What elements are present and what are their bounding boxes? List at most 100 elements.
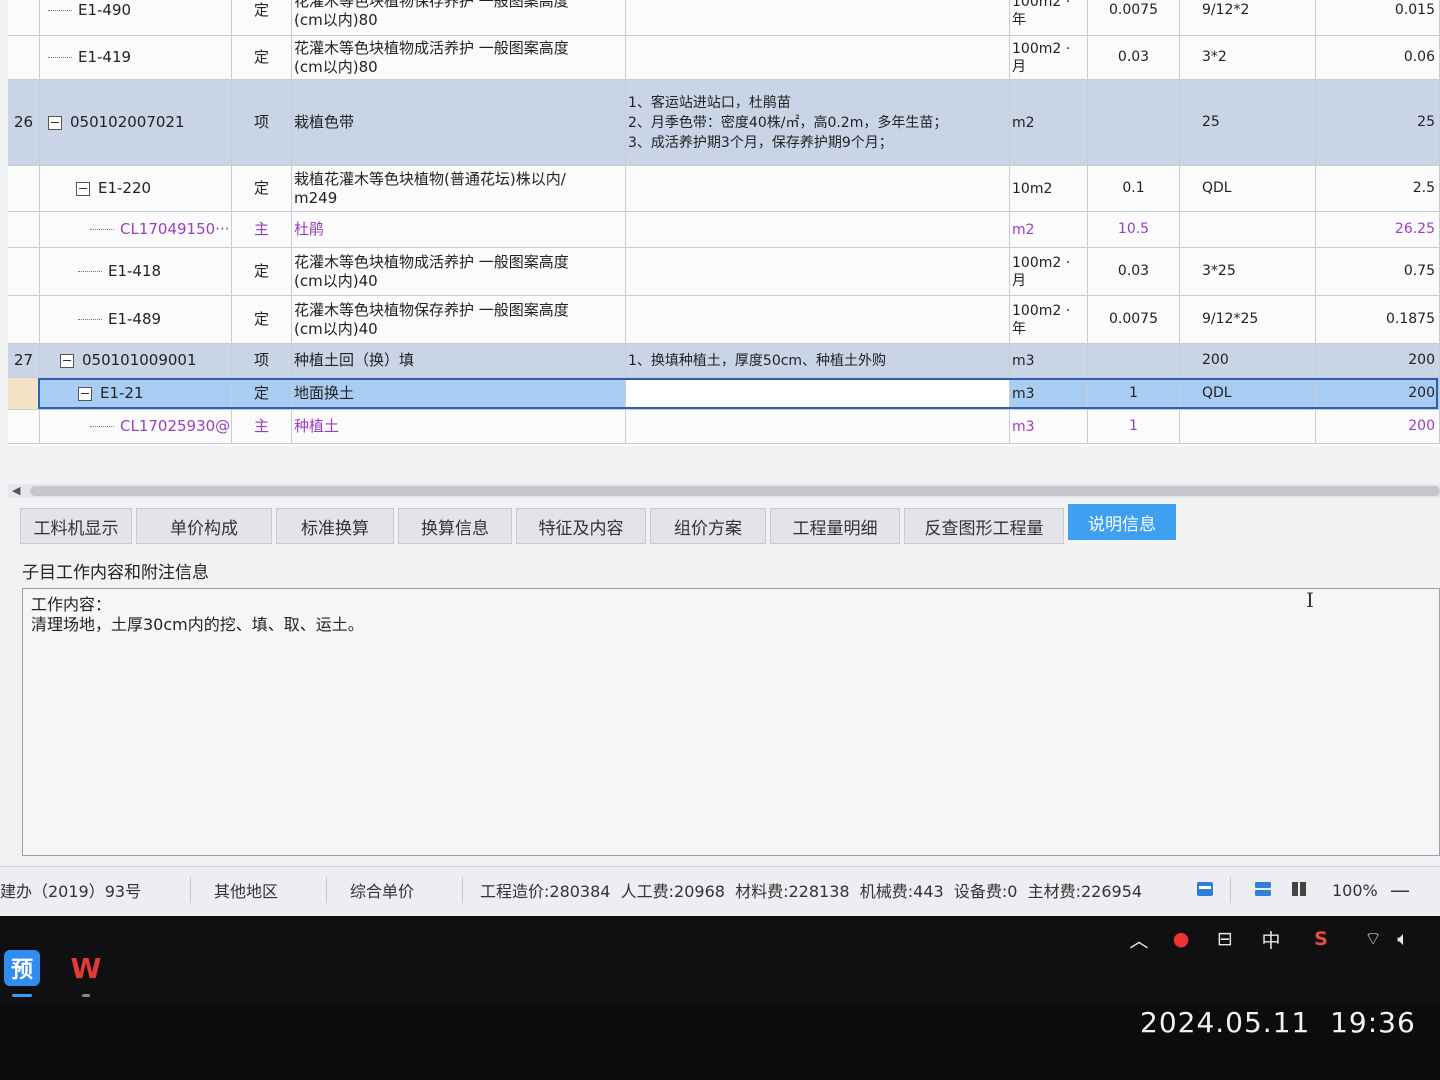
tab-reverse-graphic-quantity[interactable]: 反查图形工程量 [904, 508, 1064, 544]
row-feature[interactable] [626, 296, 1010, 343]
row-feature[interactable] [626, 0, 1010, 35]
row-unit[interactable]: m2 [1010, 212, 1088, 247]
row-name[interactable]: 花灌木等色块植物保存养护 一般图案高度 (cm以内)40 [292, 296, 626, 343]
preview-app-icon[interactable]: 预 [4, 950, 40, 986]
row-name[interactable]: 种植土 [292, 410, 626, 443]
tab-unit-price[interactable]: 单价构成 [136, 508, 272, 544]
row-unit[interactable]: 10m2 [1010, 166, 1088, 211]
collapse-icon[interactable] [60, 353, 74, 368]
row-expression[interactable] [1180, 212, 1316, 247]
table-row[interactable]: 27 050101009001 项 种植土回（换）填 1、换填种植土，厚度50c… [8, 344, 1440, 378]
table-row[interactable]: CL17025930@1 主 种植土 m3 1 200 [8, 410, 1440, 444]
row-expression[interactable]: QDL [1180, 166, 1316, 211]
row-unit[interactable]: m3 [1010, 344, 1088, 377]
row-unit[interactable]: 100m2 · 年 [1010, 296, 1088, 343]
row-quantity[interactable]: 0.1875 [1316, 296, 1440, 343]
row-code[interactable]: E1-490 [40, 0, 232, 35]
chevron-up-icon[interactable]: ︿ [1124, 924, 1154, 954]
row-expression[interactable]: 3*25 [1180, 248, 1316, 295]
table-row-selected[interactable]: E1-21 定 地面换土 m3 1 QDL 200 [8, 378, 1440, 410]
row-feature[interactable] [626, 248, 1010, 295]
row-feature[interactable] [626, 36, 1010, 79]
row-feature[interactable] [626, 378, 1010, 409]
row-content[interactable]: 1 [1088, 378, 1180, 409]
collapse-icon[interactable] [76, 181, 90, 196]
table-row[interactable]: E1-418 定 花灌木等色块植物成活养护 一般图案高度 (cm以内)40 10… [8, 248, 1440, 296]
table-row[interactable]: E1-489 定 花灌木等色块植物保存养护 一般图案高度 (cm以内)40 10… [8, 296, 1440, 344]
row-quantity[interactable]: 200 [1316, 344, 1440, 377]
description-textarea[interactable]: 工作内容： 清理场地，土厚30cm内的挖、填、取、运土。 [22, 588, 1440, 856]
layout-columns-icon[interactable] [1290, 881, 1308, 897]
row-code[interactable]: E1-21 [40, 378, 232, 409]
tab-labor-material-machine[interactable]: 工料机显示 [20, 508, 132, 544]
ime-indicator[interactable]: 中 [1256, 924, 1286, 954]
row-quantity[interactable]: 0.75 [1316, 248, 1440, 295]
tab-features[interactable]: 特征及内容 [516, 508, 646, 544]
row-content[interactable]: 0.0075 [1088, 0, 1180, 35]
tab-standard-conversion[interactable]: 标准换算 [276, 508, 394, 544]
row-quantity[interactable]: 2.5 [1316, 166, 1440, 211]
row-name[interactable]: 花灌木等色块植物成活养护 一般图案高度 (cm以内)40 [292, 248, 626, 295]
tab-quantity-detail[interactable]: 工程量明细 [770, 508, 900, 544]
row-unit[interactable]: 100m2 · 年 [1010, 0, 1088, 35]
row-code[interactable]: CL17049150··· [40, 212, 232, 247]
row-name[interactable]: 杜鹃 [292, 212, 626, 247]
tab-description[interactable]: 说明信息 [1068, 504, 1176, 540]
zoom-out-button[interactable]: — [1390, 867, 1410, 913]
table-row[interactable]: 26 050102007021 项 栽植色带 1、客运站进站口，杜鹃苗 2、月季… [8, 80, 1440, 166]
row-unit[interactable]: 100m2 · 月 [1010, 248, 1088, 295]
row-code[interactable]: E1-220 [40, 166, 232, 211]
row-feature[interactable]: 1、客运站进站口，杜鹃苗 2、月季色带：密度40株/㎡，高0.2m，多年生苗； … [626, 80, 1010, 165]
row-content[interactable]: 1 [1088, 410, 1180, 443]
row-feature[interactable] [626, 166, 1010, 211]
row-name[interactable]: 花灌木等色块植物成活养护 一般图案高度 (cm以内)80 [292, 36, 626, 79]
row-code[interactable]: E1-418 [40, 248, 232, 295]
collapse-icon[interactable] [48, 115, 62, 130]
row-quantity[interactable]: 25 [1316, 80, 1440, 165]
row-content[interactable] [1088, 80, 1180, 165]
row-expression[interactable]: 3*2 [1180, 36, 1316, 79]
row-feature[interactable] [626, 410, 1010, 443]
row-content[interactable]: 0.0075 [1088, 296, 1180, 343]
scrollbar-thumb[interactable] [30, 486, 1440, 496]
row-name[interactable]: 栽植色带 [292, 80, 626, 165]
row-content[interactable]: 0.03 [1088, 248, 1180, 295]
row-expression[interactable]: QDL [1180, 378, 1316, 409]
row-unit[interactable]: m3 [1010, 410, 1088, 443]
row-quantity[interactable]: 26.25 [1316, 212, 1440, 247]
row-name[interactable]: 种植土回（换）填 [292, 344, 626, 377]
row-content[interactable]: 0.03 [1088, 36, 1180, 79]
tab-pricing-scheme[interactable]: 组价方案 [650, 508, 766, 544]
table-row[interactable]: E1-490 定 花灌木等色块植物保存养护 一般图案高度 (cm以内)80 10… [8, 0, 1440, 36]
row-expression[interactable]: 200 [1180, 344, 1316, 377]
row-expression[interactable]: 9/12*2 [1180, 0, 1316, 35]
layout-rows-icon[interactable] [1254, 881, 1272, 897]
row-quantity[interactable]: 200 [1316, 410, 1440, 443]
row-code[interactable]: 050101009001 [40, 344, 232, 377]
row-name[interactable]: 栽植花灌木等色块植物(普通花坛)株以内/ m249 [292, 166, 626, 211]
row-quantity[interactable]: 0.06 [1316, 36, 1440, 79]
row-feature[interactable] [626, 212, 1010, 247]
layout-single-icon[interactable] [1196, 881, 1214, 897]
row-expression[interactable]: 25 [1180, 80, 1316, 165]
table-row[interactable]: E1-419 定 花灌木等色块植物成活养护 一般图案高度 (cm以内)80 10… [8, 36, 1440, 80]
row-unit[interactable]: m2 [1010, 80, 1088, 165]
row-quantity[interactable]: 0.015 [1316, 0, 1440, 35]
row-name[interactable]: 地面换土 [292, 378, 626, 409]
collapse-icon[interactable] [78, 386, 92, 401]
row-quantity[interactable]: 200 [1316, 378, 1440, 409]
row-code[interactable]: E1-419 [40, 36, 232, 79]
scroll-left-icon[interactable]: ◀ [12, 484, 20, 498]
volume-icon[interactable]: 🔈︎ [1388, 924, 1418, 954]
horizontal-scrollbar[interactable]: ◀ [8, 484, 1440, 498]
row-unit[interactable]: 100m2 · 月 [1010, 36, 1088, 79]
table-row[interactable]: CL17049150··· 主 杜鹃 m2 10.5 26.25 [8, 212, 1440, 248]
row-content[interactable]: 10.5 [1088, 212, 1180, 247]
row-code[interactable]: E1-489 [40, 296, 232, 343]
row-expression[interactable] [1180, 410, 1316, 443]
status-region[interactable]: 其他地区 [214, 867, 278, 913]
row-code[interactable]: 050102007021 [40, 80, 232, 165]
keyboard-icon[interactable]: ⊟ [1210, 924, 1240, 954]
row-feature[interactable]: 1、换填种植土，厚度50cm、种植土外购 [626, 344, 1010, 377]
wps-app-icon[interactable]: W [68, 950, 104, 986]
